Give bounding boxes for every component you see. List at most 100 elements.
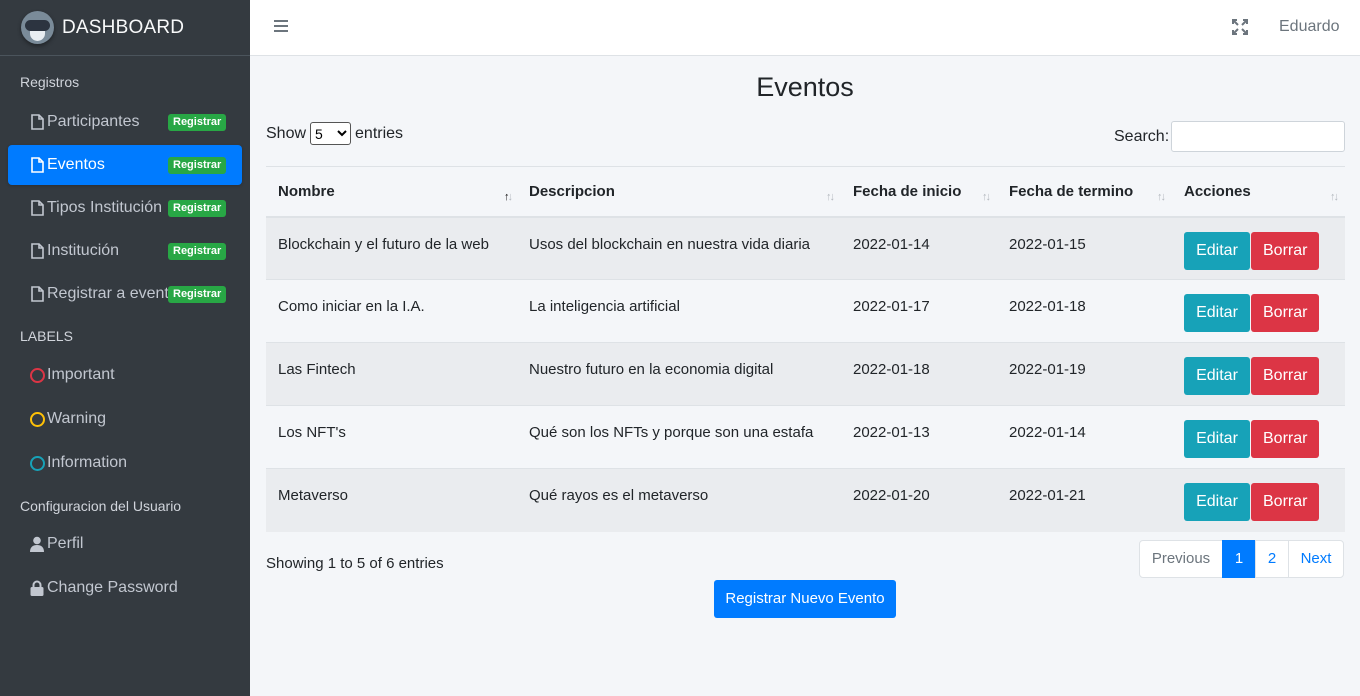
new-event-button[interactable]: Registrar Nuevo Evento bbox=[714, 580, 896, 618]
cell-fecha-inicio: 2022-01-20 bbox=[841, 468, 997, 532]
cell-nombre: Metaverso bbox=[266, 468, 517, 532]
brand-title: DASHBOARD bbox=[62, 16, 185, 38]
page-size-select[interactable]: 5 bbox=[310, 122, 352, 145]
nav-header-registros: Registros bbox=[20, 74, 80, 90]
sidebar-item-label: Tipos Institución bbox=[47, 199, 163, 216]
pagination-previous[interactable]: Previous bbox=[1139, 540, 1223, 578]
table-info: Showing 1 to 5 of 6 entries bbox=[266, 555, 444, 572]
cell-acciones: Editar Borrar bbox=[1172, 216, 1345, 280]
brand-logo bbox=[21, 11, 54, 44]
table-row: Las Fintech Nuestro futuro en la economia… bbox=[266, 342, 1345, 406]
cell-fecha-termino: 2022-01-19 bbox=[997, 342, 1172, 406]
register-badge[interactable]: Registrar bbox=[168, 157, 227, 174]
cell-fecha-termino: 2022-01-14 bbox=[997, 405, 1172, 469]
sidebar-item-perfil[interactable]: Perfil bbox=[8, 524, 242, 564]
nav-header-labels: LABELS bbox=[20, 328, 73, 344]
user-menu[interactable]: Eduardo bbox=[1279, 18, 1340, 36]
table-row: Blockchain y el futuro de la web Usos del… bbox=[266, 216, 1345, 280]
pagination-page-2[interactable]: 2 bbox=[1255, 540, 1289, 578]
register-badge[interactable]: Registrar bbox=[168, 243, 227, 260]
edit-button[interactable]: Editar bbox=[1184, 420, 1250, 458]
menu-toggle-icon[interactable] bbox=[274, 20, 288, 34]
events-table: Nombre ↑↓ Descripcion ↑↓ Fecha de inicio ↑↓… bbox=[266, 166, 1345, 532]
delete-button[interactable]: Borrar bbox=[1251, 420, 1319, 458]
register-badge[interactable]: Registrar bbox=[168, 114, 227, 131]
sidebar-label-important[interactable]: Important bbox=[8, 355, 242, 395]
column-header-descripcion[interactable]: Descripcion ↑↓ bbox=[517, 166, 841, 218]
edit-button[interactable]: Editar bbox=[1184, 483, 1250, 521]
circle-icon bbox=[27, 411, 47, 427]
sidebar-item-tipos-instituci-n[interactable]: Tipos Institución Registrar bbox=[8, 188, 242, 228]
page-size-control: Show 5 entries bbox=[266, 122, 403, 145]
sidebar-label-information[interactable]: Information bbox=[8, 443, 242, 483]
cell-acciones: Editar Borrar bbox=[1172, 279, 1345, 343]
sidebar-item-instituci-n[interactable]: Institución Registrar bbox=[8, 231, 242, 271]
registros-nav: Participantes Registrar Eventos Registrar Ti… bbox=[0, 102, 250, 314]
sort-icon: ↑↓ bbox=[1330, 191, 1339, 203]
pagination-next[interactable]: Next bbox=[1288, 540, 1344, 578]
edit-button[interactable]: Editar bbox=[1184, 231, 1250, 270]
brand-link[interactable]: DASHBOARD bbox=[0, 0, 250, 56]
table-header-row: Nombre ↑↓ Descripcion ↑↓ Fecha de inicio ↑↓… bbox=[266, 166, 1345, 218]
sidebar-item-label: Eventos bbox=[47, 156, 105, 173]
cell-nombre: Los NFT's bbox=[266, 405, 517, 469]
entries-label: entries bbox=[355, 124, 404, 142]
pagination: Previous 1 2 Next bbox=[1139, 540, 1344, 578]
cell-fecha-inicio: 2022-01-13 bbox=[841, 405, 997, 469]
sidebar-item-participantes[interactable]: Participantes Registrar bbox=[8, 102, 242, 142]
column-header-fecha-inicio[interactable]: Fecha de inicio ↑↓ bbox=[841, 166, 997, 218]
column-header-fecha-termino[interactable]: Fecha de termino ↑↓ bbox=[997, 166, 1172, 218]
file-icon bbox=[27, 114, 47, 130]
edit-button[interactable]: Editar bbox=[1184, 294, 1250, 332]
sort-asc-icon: ↑↓ bbox=[504, 191, 513, 203]
delete-button[interactable]: Borrar bbox=[1251, 231, 1319, 270]
sidebar-item-eventos[interactable]: Eventos Registrar bbox=[8, 145, 242, 185]
cell-descripcion: Qué son los NFTs y porque son una estafa bbox=[517, 405, 841, 469]
sidebar-item-label: Change Password bbox=[47, 579, 178, 596]
cell-fecha-inicio: 2022-01-18 bbox=[841, 342, 997, 406]
sidebar-label-warning[interactable]: Warning bbox=[8, 399, 242, 439]
sidebar-item-change-password[interactable]: Change Password bbox=[8, 568, 242, 608]
pagination-page-1[interactable]: 1 bbox=[1222, 540, 1256, 578]
delete-button[interactable]: Borrar bbox=[1251, 357, 1319, 395]
events-table-wrapper: Nombre ↑↓ Descripcion ↑↓ Fecha de inicio ↑↓… bbox=[266, 166, 1345, 532]
cell-descripcion: La inteligencia artificial bbox=[517, 279, 841, 343]
sort-icon: ↑↓ bbox=[982, 191, 991, 203]
sidebar-item-label: Information bbox=[47, 454, 128, 471]
search-input[interactable] bbox=[1171, 121, 1345, 152]
sidebar-item-label: Warning bbox=[47, 410, 106, 427]
top-navbar: Eduardo bbox=[250, 0, 1360, 56]
circle-icon bbox=[27, 455, 47, 471]
nav-header-user-config: Configuracion del Usuario bbox=[20, 497, 182, 514]
edit-button[interactable]: Editar bbox=[1184, 357, 1250, 395]
cell-nombre: Blockchain y el futuro de la web bbox=[266, 216, 517, 280]
cell-fecha-inicio: 2022-01-17 bbox=[841, 279, 997, 343]
column-header-nombre[interactable]: Nombre ↑↓ bbox=[266, 166, 517, 218]
register-badge[interactable]: Registrar bbox=[168, 200, 227, 217]
sidebar-item-registrar-a-evento[interactable]: Registrar a evento Registrar bbox=[8, 274, 242, 314]
delete-button[interactable]: Borrar bbox=[1251, 483, 1319, 521]
cell-acciones: Editar Borrar bbox=[1172, 342, 1345, 406]
register-badge[interactable]: Registrar bbox=[168, 286, 227, 303]
cell-fecha-termino: 2022-01-18 bbox=[997, 279, 1172, 343]
cell-acciones: Editar Borrar bbox=[1172, 405, 1345, 469]
cell-descripcion: Qué rayos es el metaverso bbox=[517, 468, 841, 532]
sidebar-item-label: Registrar a evento bbox=[47, 285, 178, 302]
column-header-acciones[interactable]: Acciones ↑↓ bbox=[1172, 166, 1345, 218]
sidebar-item-label: Important bbox=[47, 366, 115, 383]
user-icon bbox=[27, 536, 47, 552]
sidebar-item-label: Participantes bbox=[47, 113, 140, 130]
cell-nombre: Las Fintech bbox=[266, 342, 517, 406]
sidebar-item-label: Institución bbox=[47, 242, 120, 259]
delete-button[interactable]: Borrar bbox=[1251, 294, 1319, 332]
labels-nav: Important Warning Information bbox=[0, 355, 250, 483]
file-icon bbox=[27, 286, 47, 302]
fullscreen-icon[interactable] bbox=[1232, 19, 1248, 39]
show-label: Show bbox=[266, 124, 307, 142]
user-nav: Perfil Change Password bbox=[0, 524, 250, 608]
cell-fecha-termino: 2022-01-21 bbox=[997, 468, 1172, 532]
table-row: Los NFT's Qué son los NFTs y porque son u… bbox=[266, 405, 1345, 469]
sort-icon: ↑↓ bbox=[826, 191, 835, 203]
cell-fecha-termino: 2022-01-15 bbox=[997, 216, 1172, 280]
file-icon bbox=[27, 243, 47, 259]
